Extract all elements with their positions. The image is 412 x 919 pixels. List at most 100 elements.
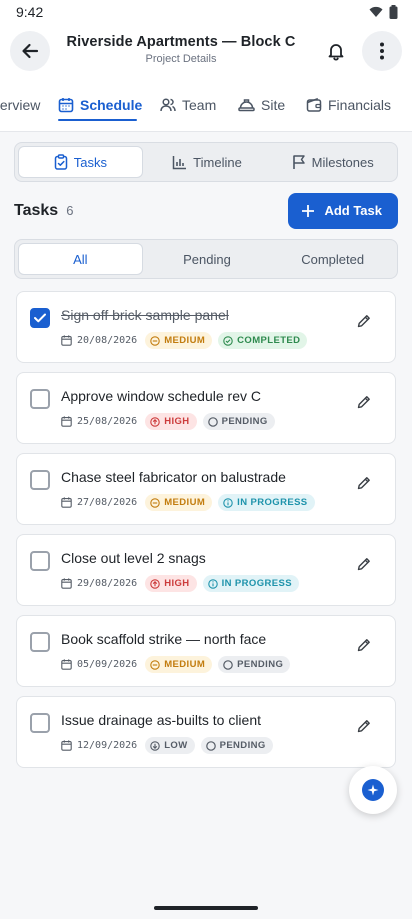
task-card[interactable]: Approve window schedule rev C 25/08/2026… [16, 372, 396, 444]
edit-task-button[interactable] [353, 715, 375, 737]
task-filter: All Pending Completed [14, 239, 398, 279]
task-card[interactable]: Issue drainage as-builts to client 12/09… [16, 696, 396, 768]
task-card[interactable]: Close out level 2 snags 29/08/2026 HIGH … [16, 534, 396, 606]
calendar-icon [61, 578, 72, 589]
view-tab-tasks-label: Tasks [73, 154, 107, 170]
task-checkbox[interactable] [30, 470, 50, 490]
task-due-date: 05/09/2026 [61, 659, 137, 670]
tasks-count: 6 [66, 202, 74, 218]
task-title: Chase steel fabricator on balustrade [61, 469, 286, 485]
arrow-left-icon [22, 43, 39, 59]
task-date-text: 20/08/2026 [77, 335, 138, 346]
task-date-text: 29/08/2026 [77, 578, 138, 589]
app-header: Riverside Apartments — Block C Project D… [0, 24, 412, 78]
status-text: IN PROGRESS [237, 497, 308, 508]
task-title: Close out level 2 snags [61, 550, 206, 566]
calendar-icon [61, 335, 72, 346]
tasks-header: Tasks 6 Add Task [14, 192, 398, 229]
add-task-button[interactable]: Add Task [288, 192, 398, 229]
flag-icon [292, 155, 305, 169]
edit-task-button[interactable] [353, 391, 375, 413]
filter-all[interactable]: All [18, 243, 143, 275]
view-switcher: Tasks Timeline Milestones [14, 142, 398, 182]
checkmark-icon [34, 313, 46, 323]
minus-circle-icon [150, 659, 160, 670]
page-subtitle: Project Details [145, 53, 217, 65]
task-checkbox[interactable] [30, 632, 50, 652]
tab-financials[interactable]: Financials [306, 78, 391, 131]
task-meta: 05/09/2026 MEDIUM PENDING [61, 656, 291, 673]
edit-task-button[interactable] [353, 472, 375, 494]
status-icons [369, 5, 398, 19]
task-checkbox[interactable] [30, 389, 50, 409]
tab-team[interactable]: Team [160, 78, 217, 131]
edit-task-button[interactable] [353, 634, 375, 656]
task-checkbox[interactable] [30, 713, 50, 733]
filter-completed-label: Completed [301, 251, 365, 267]
priority-text: MEDIUM [164, 497, 206, 508]
pencil-icon [357, 315, 370, 328]
filter-pending-label: Pending [183, 251, 231, 267]
circle-icon [207, 416, 218, 427]
priority-text: MEDIUM [164, 659, 206, 670]
bar-chart-icon [172, 155, 187, 169]
sparkle-icon-badge [362, 779, 384, 801]
task-meta: 20/08/2026 MEDIUM COMPLETED [61, 332, 308, 349]
sparkle-icon [367, 784, 379, 796]
task-due-date: 29/08/2026 [61, 578, 137, 589]
filter-completed[interactable]: Completed [271, 243, 394, 275]
pencil-icon [357, 720, 370, 733]
task-card[interactable]: Book scaffold strike — north face 05/09/… [16, 615, 396, 687]
status-text: IN PROGRESS [221, 578, 292, 589]
pencil-icon [357, 396, 370, 409]
circle-icon [205, 740, 216, 751]
tab-schedule-label: Schedule [80, 97, 143, 113]
task-date-text: 05/09/2026 [77, 659, 138, 670]
tab-overview[interactable]: Overview [0, 78, 41, 131]
task-checkbox[interactable] [30, 551, 50, 571]
status-text: COMPLETED [237, 335, 301, 346]
task-checkbox[interactable] [30, 308, 50, 328]
wallet-icon [306, 97, 322, 112]
task-date-text: 27/08/2026 [77, 497, 138, 508]
task-meta: 29/08/2026 HIGH IN PROGRESS [61, 575, 299, 592]
task-card[interactable]: Chase steel fabricator on balustrade 27/… [16, 453, 396, 525]
task-meta: 25/08/2026 HIGH PENDING [61, 413, 275, 430]
priority-badge: MEDIUM [145, 494, 213, 511]
task-list: Sign off brick sample panel 20/08/2026 M… [14, 291, 398, 768]
tab-schedule[interactable]: Schedule [58, 78, 143, 131]
home-indicator[interactable] [154, 906, 258, 910]
calendar-icon [61, 659, 72, 670]
view-tab-milestones[interactable]: Milestones [271, 146, 394, 178]
header-title-block: Riverside Apartments — Block C Project D… [60, 34, 302, 65]
arrow-up-circle-icon [150, 578, 160, 589]
filter-all-label: All [73, 251, 88, 267]
ai-assistant-fab[interactable] [349, 766, 397, 814]
priority-text: MEDIUM [164, 335, 206, 346]
tab-site[interactable]: Site [238, 78, 286, 131]
back-button[interactable] [10, 31, 50, 71]
section-tabs: Overview Schedule Team Site Financials [0, 78, 412, 132]
task-card[interactable]: Sign off brick sample panel 20/08/2026 M… [16, 291, 396, 363]
calendar-icon [61, 416, 72, 427]
people-icon [160, 98, 176, 112]
more-options-button[interactable] [362, 31, 402, 71]
minus-circle-icon [150, 497, 160, 508]
tab-team-label: Team [182, 97, 217, 113]
notifications-button[interactable] [316, 31, 356, 71]
plus-icon [302, 204, 315, 217]
tab-overview-label: Overview [0, 97, 41, 113]
status-badge: COMPLETED [218, 332, 308, 349]
status-badge: IN PROGRESS [218, 494, 315, 511]
calendar-icon [58, 98, 74, 113]
status-badge: PENDING [218, 656, 291, 673]
tab-site-label: Site [261, 97, 286, 113]
edit-task-button[interactable] [353, 310, 375, 332]
status-text: PENDING [237, 659, 284, 670]
edit-task-button[interactable] [353, 553, 375, 575]
view-tab-timeline[interactable]: Timeline [146, 146, 269, 178]
clipboard-icon [54, 154, 67, 170]
filter-pending[interactable]: Pending [146, 243, 269, 275]
status-text: PENDING [219, 740, 266, 751]
view-tab-tasks[interactable]: Tasks [18, 146, 143, 178]
